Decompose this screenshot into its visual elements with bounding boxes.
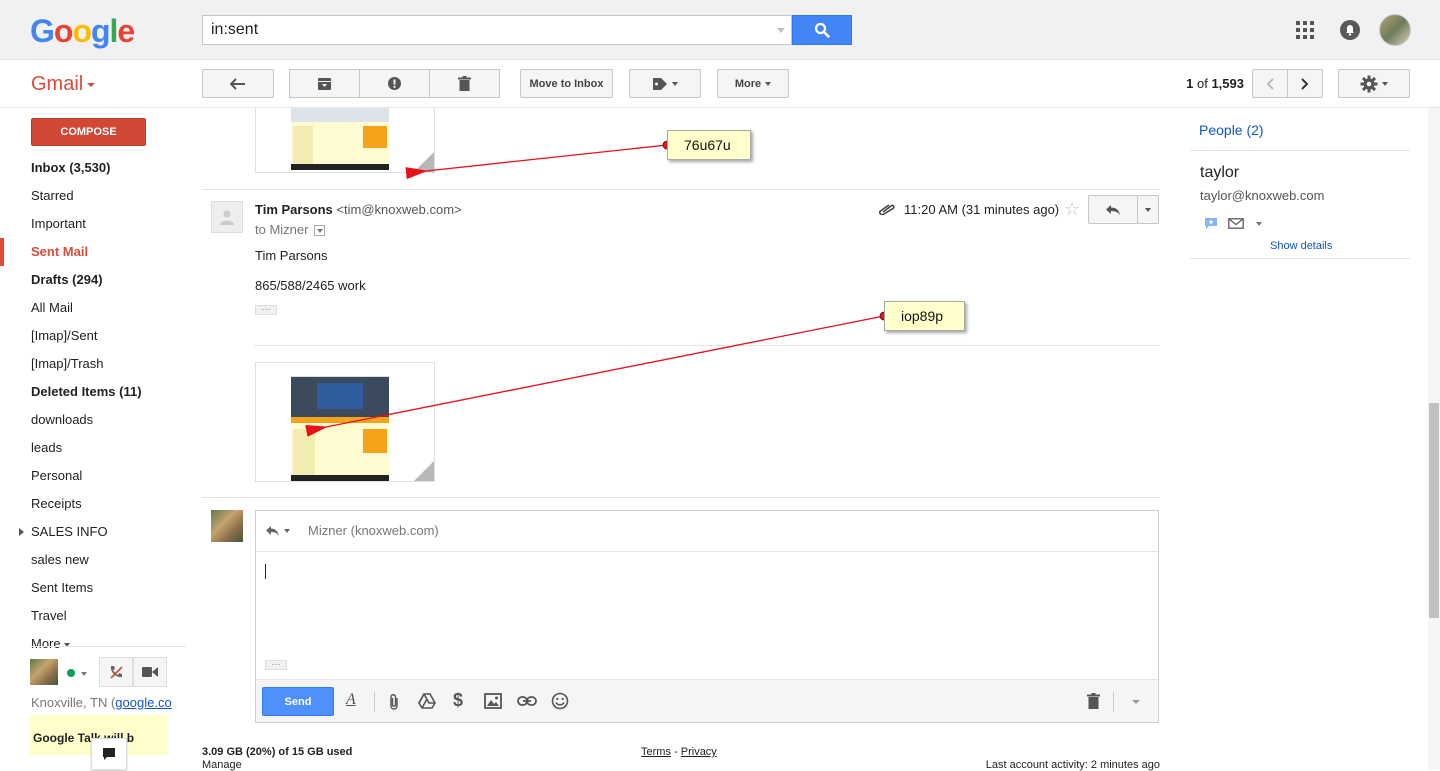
- annotation-arrow-2: [305, 315, 885, 437]
- annotation-note-2[interactable]: iop89p: [884, 301, 965, 331]
- more-contact-actions-chevron-icon[interactable]: [1256, 222, 1262, 226]
- page-scrollbar[interactable]: [1428, 108, 1440, 770]
- show-details-link[interactable]: Show details: [1270, 240, 1332, 252]
- annotation-overlay: [305, 140, 889, 437]
- contact-email: taylor@knoxweb.com: [1200, 188, 1325, 203]
- contact-name[interactable]: taylor: [1200, 164, 1239, 182]
- email-envelope-icon[interactable]: [1228, 218, 1244, 229]
- divider: [1190, 150, 1410, 151]
- annotation-note-1[interactable]: 76u67u: [667, 130, 751, 160]
- people-header[interactable]: People (2): [1199, 122, 1264, 138]
- divider: [1190, 258, 1410, 259]
- annotation-arrow-1: [405, 144, 668, 180]
- scrollbar-thumb[interactable]: [1429, 403, 1439, 618]
- add-to-circles-icon[interactable]: [1204, 217, 1218, 230]
